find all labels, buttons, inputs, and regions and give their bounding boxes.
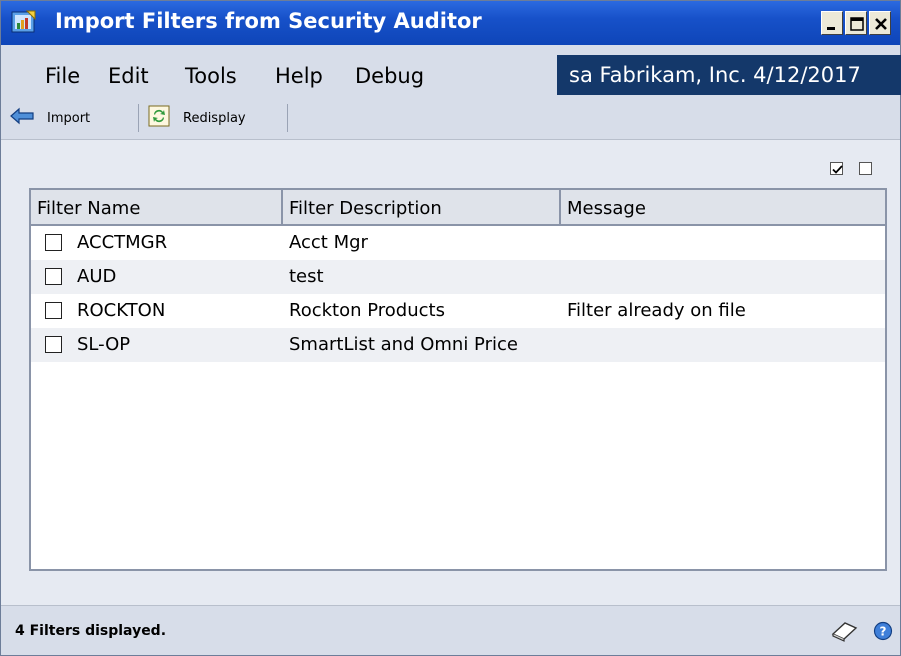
arrow-left-icon: [9, 106, 35, 130]
filter-name-cell: ROCKTON: [77, 300, 166, 321]
column-divider[interactable]: [559, 190, 561, 224]
row-checkbox[interactable]: [45, 268, 62, 285]
table-row[interactable]: ROCKTON Rockton Products Filter already …: [31, 294, 885, 328]
table-row[interactable]: SL-OP SmartList and Omni Price: [31, 328, 885, 362]
row-checkbox[interactable]: [45, 234, 62, 251]
column-header-message[interactable]: Message: [567, 198, 646, 219]
toolbar-separator: [138, 104, 139, 132]
content-area: Filter Name Filter Description Message A…: [1, 140, 900, 605]
maximize-button[interactable]: [845, 11, 867, 35]
app-icon: [11, 9, 39, 35]
title-bar[interactable]: Import Filters from Security Auditor: [1, 1, 900, 45]
filter-name-cell: ACCTMGR: [77, 232, 168, 253]
note-icon[interactable]: [829, 620, 859, 646]
grid-header: Filter Name Filter Description Message: [31, 190, 885, 226]
minimize-button[interactable]: [821, 11, 843, 35]
status-text: 4 Filters displayed.: [15, 623, 167, 639]
column-header-filter-name[interactable]: Filter Name: [37, 198, 140, 219]
import-filters-window: Import Filters from Security Auditor Fil…: [0, 0, 901, 656]
unmark-all-checkbox[interactable]: [859, 162, 872, 175]
message-cell: Filter already on file: [567, 300, 746, 321]
filter-description-cell: SmartList and Omni Price: [289, 334, 518, 355]
window-title: Import Filters from Security Auditor: [55, 9, 482, 33]
redisplay-label: Redisplay: [183, 110, 246, 126]
table-row[interactable]: ACCTMGR Acct Mgr: [31, 226, 885, 260]
filter-description-cell: Rockton Products: [289, 300, 445, 321]
import-label: Import: [47, 110, 91, 126]
filter-description-cell: Acct Mgr: [289, 232, 368, 253]
menu-debug[interactable]: Debug: [355, 64, 424, 88]
column-header-filter-description[interactable]: Filter Description: [289, 198, 442, 219]
column-divider[interactable]: [281, 190, 283, 224]
filters-grid: Filter Name Filter Description Message A…: [29, 188, 887, 571]
filter-name-cell: SL-OP: [77, 334, 131, 355]
menu-edit[interactable]: Edit: [108, 64, 149, 88]
company-info-box: sa Fabrikam, Inc. 4/12/2017: [557, 55, 901, 95]
mark-all-checkbox[interactable]: [830, 162, 843, 175]
svg-text:?: ?: [880, 625, 887, 639]
import-button[interactable]: Import: [9, 105, 90, 131]
filter-name-cell: AUD: [77, 266, 117, 287]
filter-description-cell: test: [289, 266, 324, 287]
help-icon[interactable]: ?: [873, 621, 893, 645]
menu-file[interactable]: File: [45, 64, 80, 88]
status-bar: 4 Filters displayed. ?: [1, 605, 900, 655]
company-info: sa Fabrikam, Inc. 4/12/2017: [569, 63, 861, 87]
table-row[interactable]: AUD test: [31, 260, 885, 294]
menu-tools[interactable]: Tools: [185, 64, 237, 88]
redisplay-button[interactable]: Redisplay: [147, 105, 246, 131]
refresh-icon: [147, 104, 171, 132]
toolbar: Import Redisplay: [1, 95, 900, 140]
close-button[interactable]: [869, 11, 891, 35]
menu-help[interactable]: Help: [275, 64, 323, 88]
row-checkbox[interactable]: [45, 302, 62, 319]
row-checkbox[interactable]: [45, 336, 62, 353]
toolbar-separator: [287, 104, 288, 132]
